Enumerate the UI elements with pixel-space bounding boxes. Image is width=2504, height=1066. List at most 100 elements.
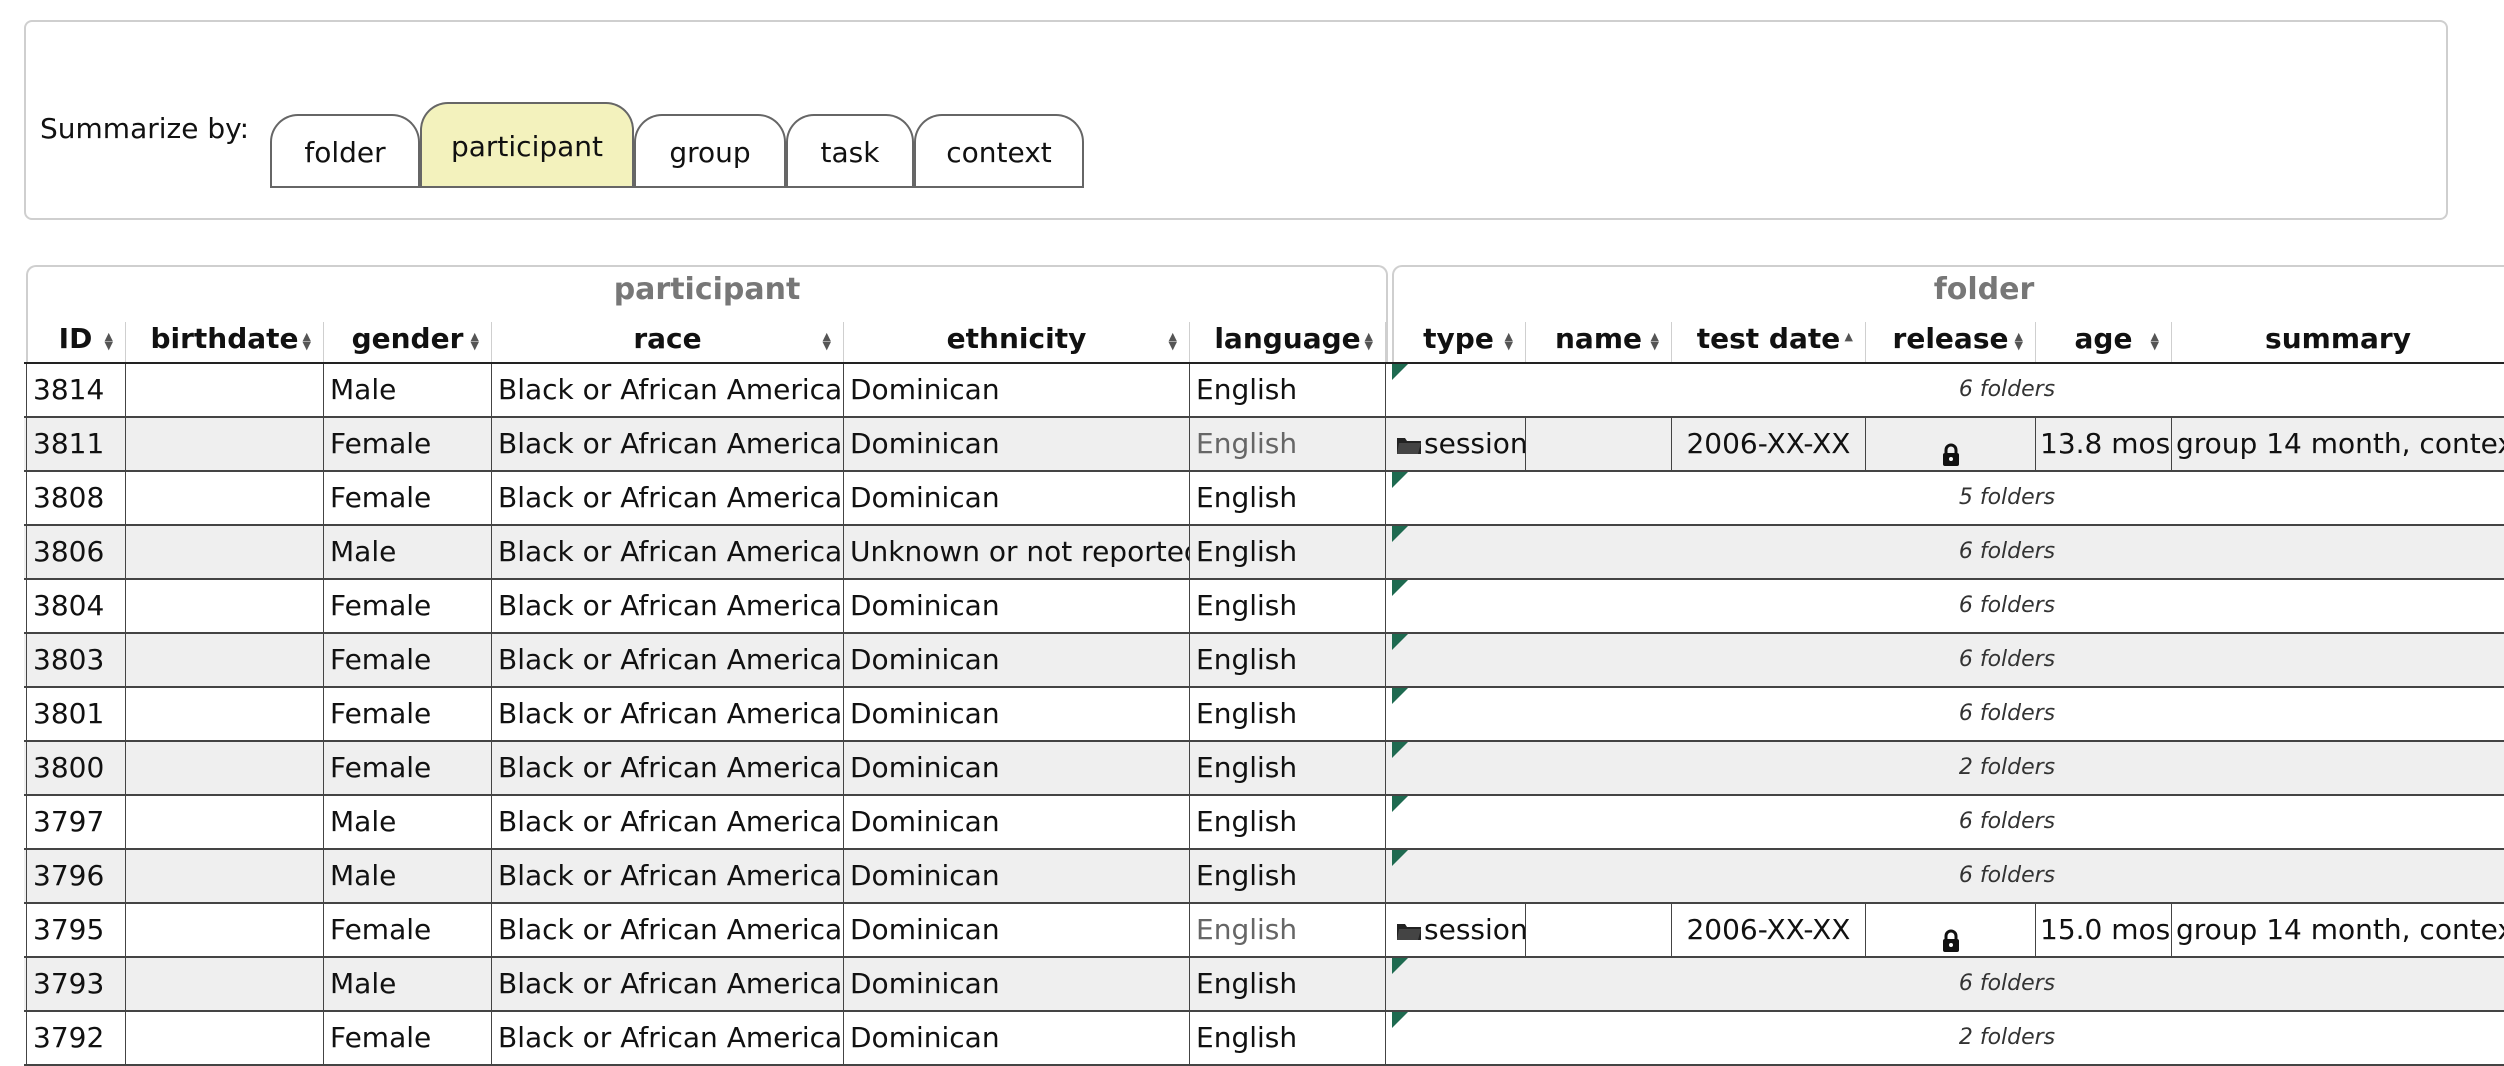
participant-header-ethnicity[interactable]: ethnicity ▲ ▼ xyxy=(844,322,1190,362)
table-row[interactable]: 3806 Male Black or African American Unknown… xyxy=(24,526,2504,580)
participant-birthdate xyxy=(126,418,324,470)
sort-icon[interactable]: ▲ ▼ xyxy=(823,331,831,351)
folder-header-summary[interactable]: summary xyxy=(2172,322,2504,362)
participant-birthdate xyxy=(126,526,324,578)
table-row[interactable]: 3803 Female Black or African American Domin… xyxy=(24,634,2504,688)
table-row[interactable]: 3804 Female Black or African American Domin… xyxy=(24,580,2504,634)
folder-type[interactable]: session xyxy=(1392,904,1526,956)
participant-id: 3792 xyxy=(26,1012,126,1064)
table-row[interactable]: 3795 Female Black or African American Domin… xyxy=(24,904,2504,958)
participant-race: Black or African American xyxy=(492,634,844,686)
participant-birthdate xyxy=(126,850,324,902)
participant-language: English xyxy=(1190,742,1386,794)
participant-id: 3795 xyxy=(26,904,126,956)
participant-gender: Female xyxy=(324,634,492,686)
tab-folder[interactable]: folder xyxy=(270,114,420,188)
participant-race: Black or African American xyxy=(492,742,844,794)
participant-header-id[interactable]: ID ▲ ▼ xyxy=(26,322,126,362)
participant-ethnicity: Dominican xyxy=(844,742,1190,794)
tab-task[interactable]: task xyxy=(786,114,914,188)
folder-count[interactable]: 5 folders xyxy=(1392,472,2504,524)
table-row[interactable]: 3793 Male Black or African American Dominic… xyxy=(24,958,2504,1012)
participant-language: English xyxy=(1190,418,1386,470)
folder-type[interactable]: session xyxy=(1392,418,1526,470)
table-row[interactable]: 3808 Female Black or African American Domin… xyxy=(24,472,2504,526)
folder-header-type[interactable]: type ▲ ▼ xyxy=(1392,322,1526,362)
participant-race: Black or African American xyxy=(492,796,844,848)
table-row[interactable]: 3792 Female Black or African American Domin… xyxy=(24,1012,2504,1066)
sort-icon[interactable]: ▲ ▼ xyxy=(2151,331,2159,351)
participant-language: English xyxy=(1190,904,1386,956)
participant-gender: Male xyxy=(324,364,492,416)
tab-group[interactable]: group xyxy=(634,114,786,188)
sort-icon[interactable]: ▲ ▼ xyxy=(1505,331,1513,351)
folder-header-name[interactable]: name ▲ ▼ xyxy=(1526,322,1672,362)
participant-language: English xyxy=(1190,796,1386,848)
folder-name xyxy=(1526,418,1672,470)
folder-count[interactable]: 6 folders xyxy=(1392,526,2504,578)
participant-gender: Female xyxy=(324,418,492,470)
participant-id: 3797 xyxy=(26,796,126,848)
column-header-label: gender xyxy=(351,322,464,355)
participant-race: Black or African American xyxy=(492,850,844,902)
tab-participant[interactable]: participant xyxy=(420,102,634,188)
folder-type-label: session xyxy=(1424,913,1526,946)
folder-count[interactable]: 6 folders xyxy=(1392,364,2504,416)
participant-header-language[interactable]: language ▲ ▼ xyxy=(1190,322,1386,362)
tab-context[interactable]: context xyxy=(914,114,1084,188)
sort-icon[interactable]: ▲ ▼ xyxy=(1169,331,1177,351)
participant-header-race[interactable]: race ▲ ▼ xyxy=(492,322,844,362)
tab-label: task xyxy=(820,135,880,169)
sort-icon[interactable]: ▲ ▼ xyxy=(1651,331,1659,351)
participant-ethnicity: Dominican xyxy=(844,850,1190,902)
folder-count[interactable]: 6 folders xyxy=(1392,850,2504,902)
participant-race: Black or African American xyxy=(492,364,844,416)
sort-icon[interactable]: ▲ ▼ xyxy=(105,331,113,351)
participant-gender: Female xyxy=(324,472,492,524)
participant-gender: Female xyxy=(324,580,492,632)
table-row[interactable]: 3796 Male Black or African American Dominic… xyxy=(24,850,2504,904)
participant-header-gender[interactable]: gender ▲ ▼ xyxy=(324,322,492,362)
folder-header-age[interactable]: age ▲ ▼ xyxy=(2036,322,2172,362)
participant-gender: Female xyxy=(324,904,492,956)
folder-count[interactable]: 6 folders xyxy=(1392,580,2504,632)
sort-icon[interactable]: ▲ ▼ xyxy=(1365,331,1373,351)
folder-header-test-date[interactable]: test date ▲ xyxy=(1672,322,1866,362)
participant-header-birthdate[interactable]: birthdate ▲ ▼ xyxy=(126,322,324,362)
folder-count[interactable]: 6 folders xyxy=(1392,688,2504,740)
table-row[interactable]: 3814 Male Black or African American Dominic… xyxy=(24,364,2504,418)
participant-language: English xyxy=(1190,634,1386,686)
table-row[interactable]: 3811 Female Black or African American Domin… xyxy=(24,418,2504,472)
sort-icon[interactable]: ▲ xyxy=(1845,331,1853,342)
sort-icon[interactable]: ▲ ▼ xyxy=(2015,331,2023,351)
lock-icon xyxy=(1942,432,1960,466)
participant-gender: Female xyxy=(324,742,492,794)
participant-id: 3803 xyxy=(26,634,126,686)
table-row[interactable]: 3797 Male Black or African American Dominic… xyxy=(24,796,2504,850)
folder-release xyxy=(1866,904,2036,956)
folder-summary: group 14 month, contex xyxy=(2176,427,2504,460)
sort-icon[interactable]: ▲ ▼ xyxy=(471,331,479,351)
participant-birthdate xyxy=(126,742,324,794)
participant-birthdate xyxy=(126,580,324,632)
tab-label: context xyxy=(946,135,1052,169)
folder-count[interactable]: 6 folders xyxy=(1392,796,2504,848)
folder-count[interactable]: 6 folders xyxy=(1392,958,2504,1010)
participant-birthdate xyxy=(126,1012,324,1064)
folder-count[interactable]: 6 folders xyxy=(1392,634,2504,686)
column-header-label: birthdate xyxy=(150,322,299,355)
lock-icon xyxy=(1942,918,1960,952)
folder-header-release[interactable]: release ▲ ▼ xyxy=(1866,322,2036,362)
table-row[interactable]: 3801 Female Black or African American Domin… xyxy=(24,688,2504,742)
folder-count[interactable]: 2 folders xyxy=(1392,1012,2504,1064)
table-row[interactable]: 3800 Female Black or African American Domin… xyxy=(24,742,2504,796)
column-header-label: language xyxy=(1214,322,1361,355)
folder-count[interactable]: 2 folders xyxy=(1392,742,2504,794)
tab-baseline xyxy=(270,186,1084,188)
folder-summary: group 14 month, contex xyxy=(2176,913,2504,946)
participant-gender: Male xyxy=(324,850,492,902)
sort-icon[interactable]: ▲ ▼ xyxy=(303,331,311,351)
folder-age: 15.0 mos xyxy=(2036,904,2172,956)
folder-open-icon xyxy=(1396,420,1422,454)
participant-language: English xyxy=(1190,472,1386,524)
